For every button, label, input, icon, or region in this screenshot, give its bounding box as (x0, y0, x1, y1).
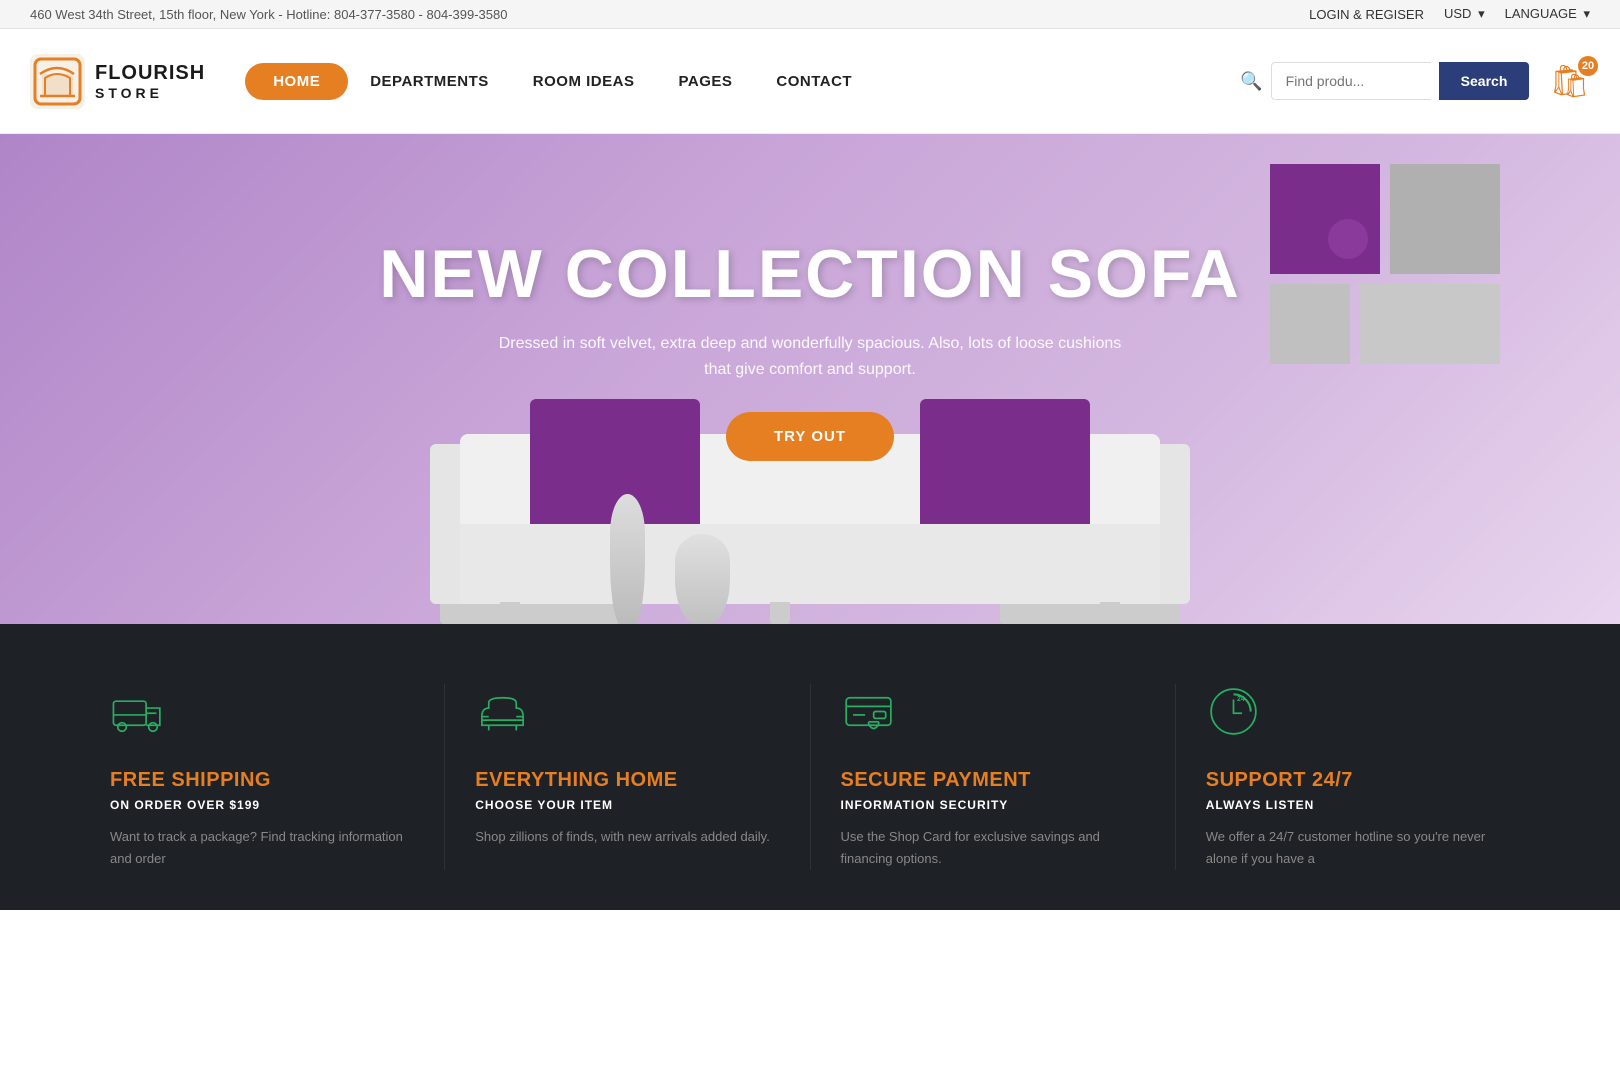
search-icon: 🔍 (1240, 71, 1262, 92)
main-nav: HOME DEPARTMENTS ROOM IDEAS PAGES CONTAC… (245, 63, 1240, 100)
card-icon (841, 684, 1145, 749)
sofa-leg-2 (770, 602, 790, 624)
address-text: 460 West 34th Street, 15th floor, New Yo… (30, 7, 507, 22)
header-search: 🔍 Search (1240, 62, 1529, 100)
cube-decoration (1270, 164, 1500, 364)
logo[interactable]: FLOURISH STORE (30, 54, 205, 109)
cube-gray-top-right (1390, 164, 1500, 274)
sofa-leg-3 (1100, 602, 1120, 624)
sofa-leg-1 (500, 602, 520, 624)
logo-icon (30, 54, 85, 109)
feature-support-desc: We offer a 24/7 customer hotline so you'… (1206, 826, 1510, 870)
svg-text:24: 24 (1237, 696, 1245, 703)
cart-badge: 20 (1578, 56, 1598, 76)
sofa-icon (475, 684, 779, 749)
feature-shipping: FREE SHIPPING ON ORDER OVER $199 Want to… (80, 684, 445, 870)
support-icon: 24 (1206, 684, 1510, 749)
cube-accent-ball (1328, 219, 1368, 259)
hero-content: NEW COLLECTION SOFA Dressed in soft velv… (379, 237, 1241, 462)
nav-item-room-ideas[interactable]: ROOM IDEAS (511, 65, 657, 98)
cube-purple (1270, 164, 1380, 274)
feature-payment: SECURE PAYMENT INFORMATION SECURITY Use … (811, 684, 1176, 870)
search-input[interactable] (1271, 62, 1431, 100)
feature-shipping-title: FREE SHIPPING (110, 769, 414, 792)
hero-cta-button[interactable]: TRY OUT (726, 412, 894, 461)
top-bar: 460 West 34th Street, 15th floor, New Yo… (0, 0, 1620, 29)
top-bar-right: LOGIN & REGISER USD ▾ LANGUAGE ▾ (1309, 6, 1590, 22)
feature-support-subtitle: ALWAYS LISTEN (1206, 798, 1510, 812)
nav-item-departments[interactable]: DEPARTMENTS (348, 65, 511, 98)
logo-text: FLOURISH STORE (95, 61, 205, 102)
feature-shipping-desc: Want to track a package? Find tracking i… (110, 826, 414, 870)
feature-home: EVERYTHING HOME CHOOSE YOUR ITEM Shop zi… (445, 684, 810, 870)
hero-banner: NEW COLLECTION SOFA Dressed in soft velv… (0, 134, 1620, 624)
hero-subtitle: Dressed in soft velvet, extra deep and w… (490, 331, 1130, 382)
features-section: FREE SHIPPING ON ORDER OVER $199 Want to… (0, 624, 1620, 910)
feature-home-desc: Shop zillions of finds, with new arrival… (475, 826, 779, 848)
login-link[interactable]: LOGIN & REGISER (1309, 7, 1424, 22)
truck-icon (110, 684, 414, 749)
currency-arrow: ▾ (1478, 6, 1485, 21)
logo-store: STORE (95, 85, 205, 102)
nav-item-home[interactable]: HOME (245, 63, 348, 100)
nav-item-contact[interactable]: CONTACT (754, 65, 874, 98)
search-button[interactable]: Search (1439, 62, 1530, 100)
cube-gray-bottom-right (1360, 284, 1500, 364)
feature-home-subtitle: CHOOSE YOUR ITEM (475, 798, 779, 812)
language-arrow: ▾ (1583, 6, 1590, 21)
feature-payment-subtitle: INFORMATION SECURITY (841, 798, 1145, 812)
feature-payment-title: SECURE PAYMENT (841, 769, 1145, 792)
cart-button[interactable]: 🛍 20 (1549, 62, 1590, 100)
currency-selector[interactable]: USD ▾ (1444, 6, 1485, 22)
feature-shipping-subtitle: ON ORDER OVER $199 (110, 798, 414, 812)
vase-tall (610, 494, 645, 624)
hero-title: NEW COLLECTION SOFA (379, 237, 1241, 312)
logo-flourish: FLOURISH (95, 61, 205, 85)
feature-support-title: SUPPORT 24/7 (1206, 769, 1510, 792)
sofa-seat (460, 524, 1160, 604)
feature-payment-desc: Use the Shop Card for exclusive savings … (841, 826, 1145, 870)
vase-short (675, 534, 730, 624)
feature-support: 24 SUPPORT 24/7 ALWAYS LISTEN We offer a… (1176, 684, 1540, 870)
header: FLOURISH STORE HOME DEPARTMENTS ROOM IDE… (0, 29, 1620, 134)
nav-item-pages[interactable]: PAGES (656, 65, 754, 98)
vase-scene (610, 494, 730, 624)
language-selector[interactable]: LANGUAGE ▾ (1505, 6, 1590, 22)
cube-gray-bottom-left (1270, 284, 1350, 364)
feature-home-title: EVERYTHING HOME (475, 769, 779, 792)
